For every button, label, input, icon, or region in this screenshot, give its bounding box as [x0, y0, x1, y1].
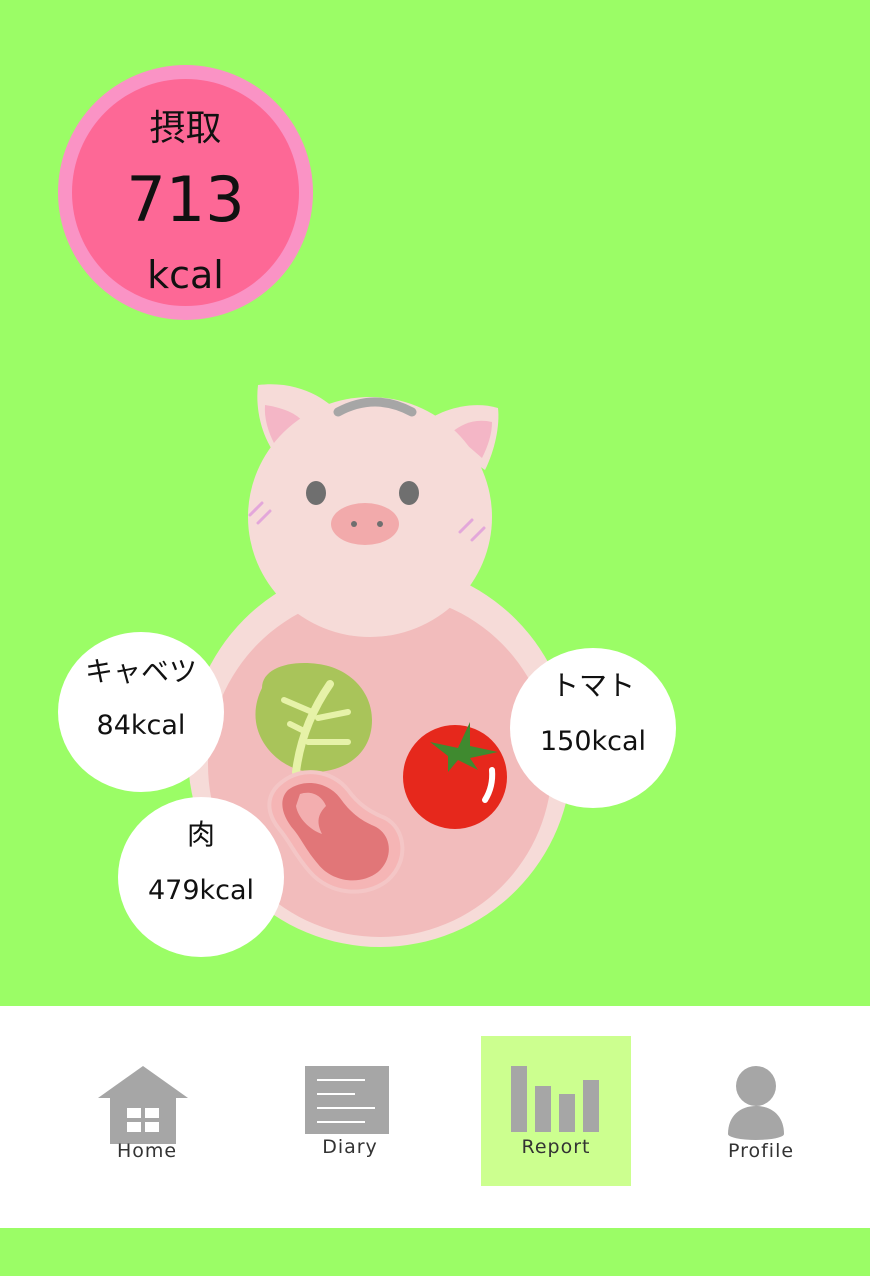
report-icon — [511, 1066, 599, 1132]
nav-label: Home — [116, 1140, 178, 1162]
diary-icon — [305, 1066, 389, 1134]
food-bubble-tomato[interactable]: トマト 150kcal — [510, 648, 676, 808]
pig-snout — [331, 503, 399, 545]
profile-icon — [728, 1066, 784, 1140]
food-bubble-cabbage[interactable]: キャベツ 84kcal — [58, 632, 224, 792]
pig-nostril-right — [377, 521, 383, 527]
nav-label: Report — [521, 1136, 591, 1158]
pig-eye-right — [399, 481, 419, 505]
food-name: 肉 — [186, 818, 215, 851]
nav-home-button[interactable]: Home — [72, 1036, 222, 1186]
food-name: キャベツ — [84, 655, 197, 688]
food-bubble-meat[interactable]: 肉 479kcal — [118, 797, 284, 957]
food-kcal: 479kcal — [147, 875, 255, 906]
nav-report-button[interactable]: Report — [481, 1036, 631, 1186]
pig-eye-left — [306, 481, 326, 505]
nav-label: Profile — [727, 1140, 795, 1162]
home-icon — [98, 1066, 188, 1144]
pig-nostril-left — [351, 521, 357, 527]
food-name: トマト — [550, 669, 635, 702]
nav-profile-button[interactable]: Profile — [686, 1036, 836, 1186]
nav-label: Diary — [322, 1136, 378, 1158]
bottom-nav: Home Diary Report Profile — [0, 1006, 870, 1228]
food-kcal: 84kcal — [96, 710, 186, 741]
food-kcal: 150kcal — [539, 726, 647, 757]
nav-diary-button[interactable]: Diary — [275, 1036, 425, 1186]
